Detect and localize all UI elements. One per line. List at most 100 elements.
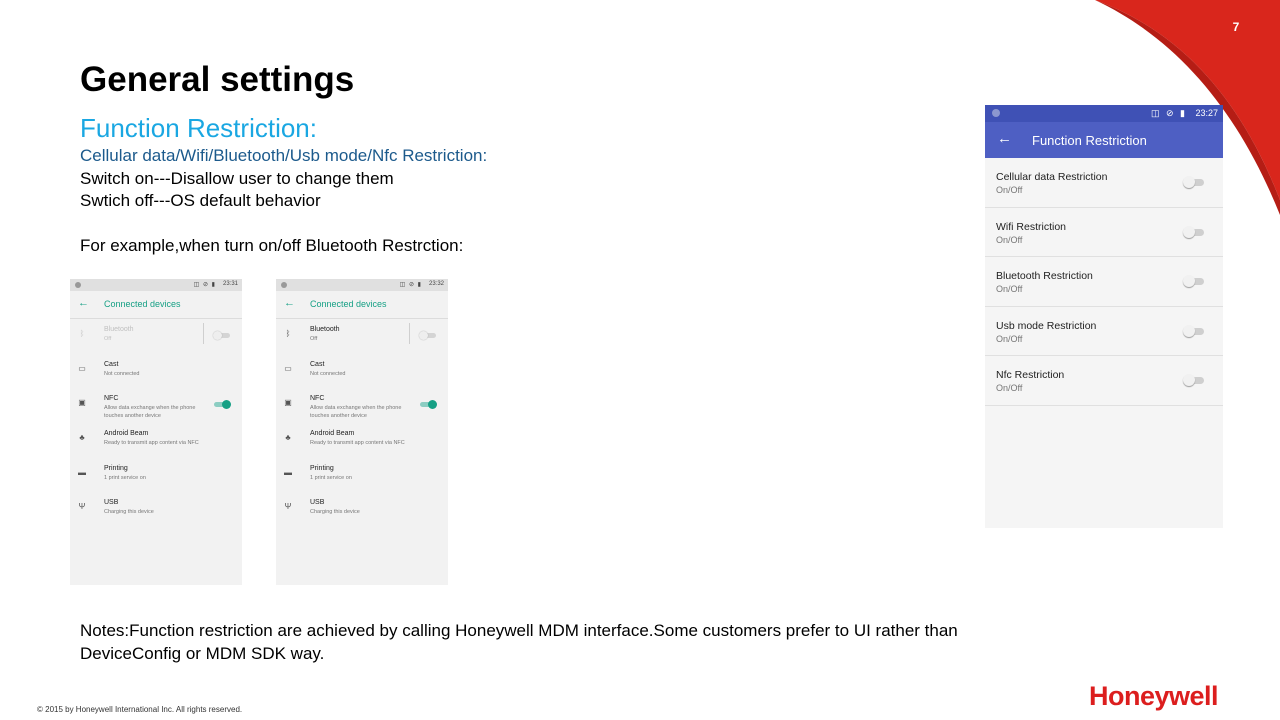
list-item-cellular-restriction[interactable]: Cellular data Restriction On/Off — [985, 158, 1223, 208]
usb-icon: Ψ — [78, 502, 86, 512]
item-title: Usb mode Restriction — [996, 319, 1097, 332]
usb-icon: Ψ — [284, 502, 292, 512]
cast-icon: ▭ — [78, 363, 86, 373]
toolbar-title: Connected devices — [104, 299, 181, 309]
android-icon: ♣ — [79, 433, 85, 443]
status-time: 23:31 — [222, 281, 238, 287]
list-item-android-beam[interactable]: ♣ Android Beam Ready to transmit app con… — [70, 423, 242, 458]
item-subtitle: On/Off — [996, 185, 1023, 195]
item-subtitle: Ready to transmit app content via NFC — [310, 440, 405, 447]
list-item-android-beam[interactable]: ♣ Android Beam Ready to transmit app con… — [276, 423, 448, 458]
list-item-usb-restriction[interactable]: Usb mode Restriction On/Off — [985, 307, 1223, 356]
status-bar: ◫ ⊘ ▮ 23:27 — [985, 105, 1223, 122]
list-item-printing[interactable]: ▬ Printing 1 print service on — [70, 458, 242, 493]
example-text: For example,when turn on/off Bluetooth R… — [80, 236, 464, 255]
slide-subtitle: Function Restriction: — [80, 113, 317, 143]
list-item-bluetooth[interactable]: ᛒ Bluetooth Off — [276, 319, 448, 354]
item-subtitle: Off — [310, 336, 318, 342]
item-subtitle: Allow data exchange when the phone touch… — [104, 405, 196, 420]
status-bar: ◫ ⊘ ▮ 23:31 — [70, 279, 242, 291]
back-arrow-icon[interactable]: ← — [284, 297, 295, 309]
list-item-printing[interactable]: ▬ Printing 1 print service on — [276, 458, 448, 493]
list-item-wifi-restriction[interactable]: Wifi Restriction On/Off — [985, 208, 1223, 257]
toolbar-title: Function Restriction — [1032, 133, 1147, 148]
list-item-usb[interactable]: Ψ USB Charging this device — [70, 492, 242, 527]
item-subtitle: On/Off — [996, 333, 1023, 344]
status-bar: ◫ ⊘ ▮ 23:32 — [276, 279, 448, 291]
phone-screenshot-after: ◫ ⊘ ▮ 23:32 ← Connected devices ᛒ Blueto… — [276, 279, 448, 585]
switch-on-text: Switch on---Disallow user to change them — [80, 169, 394, 188]
item-title: NFC — [104, 395, 119, 403]
slide-title: General settings — [80, 60, 355, 99]
slide-number: 7 — [1232, 20, 1240, 34]
nfc-toggle[interactable] — [420, 400, 437, 410]
divider — [203, 323, 204, 344]
nfc-icon: ▣ — [284, 398, 292, 408]
toolbar: ← Function Restriction — [985, 122, 1223, 158]
list-item-cast[interactable]: ▭ Cast Not connected — [276, 354, 448, 389]
list-item-nfc[interactable]: ▣ NFC Allow data exchange when the phone… — [276, 388, 448, 423]
item-title: Cellular data Restriction — [996, 171, 1108, 183]
item-title: Android Beam — [104, 430, 149, 438]
printer-icon: ▬ — [284, 467, 292, 477]
list-item-cast[interactable]: ▭ Cast Not connected — [70, 354, 242, 389]
item-subtitle: 1 print service on — [310, 474, 352, 481]
item-title: Bluetooth — [310, 326, 340, 333]
item-title: Printing — [104, 464, 128, 472]
toolbar: ← Connected devices — [70, 291, 242, 319]
item-subtitle: On/Off — [996, 383, 1023, 393]
item-title: USB — [104, 499, 119, 507]
status-icons: ◫ ⊘ ▮ — [1151, 108, 1187, 118]
cellular-restriction-toggle[interactable] — [1183, 176, 1204, 188]
item-title: NFC — [310, 395, 325, 403]
divider — [409, 323, 410, 344]
item-title: Cast — [104, 360, 119, 368]
item-title: Bluetooth — [104, 326, 134, 333]
toolbar: ← Connected devices — [276, 291, 448, 319]
item-subtitle: Not connected — [104, 370, 140, 377]
back-arrow-icon[interactable]: ← — [78, 297, 89, 309]
back-arrow-icon[interactable]: ← — [997, 130, 1012, 147]
nfc-restriction-toggle[interactable] — [1183, 374, 1204, 386]
status-time: 23:32 — [428, 281, 444, 287]
item-title: Wifi Restriction — [996, 220, 1067, 233]
item-subtitle: Charging this device — [310, 509, 360, 516]
item-subtitle: On/Off — [996, 284, 1023, 294]
phone-screenshot-function-restriction: ◫ ⊘ ▮ 23:27 ← Function Restriction Cellu… — [985, 105, 1223, 528]
usb-restriction-toggle[interactable] — [1183, 324, 1204, 337]
status-time: 23:27 — [1195, 108, 1218, 118]
item-title: Printing — [310, 464, 334, 472]
nfc-toggle[interactable] — [214, 400, 231, 410]
switch-off-text: Swtich off---OS default behavior — [80, 191, 321, 210]
list-item-bluetooth-restriction[interactable]: Bluetooth Restriction On/Off — [985, 257, 1223, 307]
bluetooth-toggle[interactable] — [419, 331, 436, 340]
printer-icon: ▬ — [78, 467, 86, 477]
item-subtitle: Allow data exchange when the phone touch… — [310, 405, 402, 420]
bluetooth-icon: ᛒ — [79, 329, 85, 338]
cast-icon: ▭ — [284, 363, 292, 373]
item-title: Android Beam — [310, 430, 355, 438]
item-title: Bluetooth Restriction — [996, 270, 1093, 282]
bluetooth-restriction-toggle[interactable] — [1183, 275, 1204, 287]
toolbar-title: Connected devices — [310, 299, 387, 309]
item-subtitle: Ready to transmit app content via NFC — [104, 440, 199, 447]
item-title: Cast — [310, 360, 325, 368]
android-icon: ♣ — [285, 433, 291, 443]
phone-screenshot-before: ◫ ⊘ ▮ 23:31 ← Connected devices ᛒ Blueto… — [70, 279, 242, 585]
status-icons: ◫ ⊘ ▮ — [399, 282, 422, 288]
item-subtitle: 1 print service on — [104, 474, 146, 481]
item-subtitle: Charging this device — [104, 509, 154, 516]
notes-text: Notes:Function restriction are achieved … — [80, 621, 958, 663]
notification-dot-icon — [75, 282, 81, 288]
list-item-nfc-restriction[interactable]: Nfc Restriction On/Off — [985, 356, 1223, 406]
bluetooth-icon: ᛒ — [285, 329, 291, 338]
status-icons: ◫ ⊘ ▮ — [193, 282, 216, 288]
honeywell-logo: Honeywell — [1089, 681, 1219, 711]
list-item-nfc[interactable]: ▣ NFC Allow data exchange when the phone… — [70, 388, 242, 423]
item-subtitle: On/Off — [996, 234, 1023, 245]
bluetooth-toggle — [213, 331, 230, 340]
item-subtitle: Off — [104, 336, 112, 342]
wifi-restriction-toggle[interactable] — [1183, 225, 1204, 238]
item-subtitle: Not connected — [310, 370, 346, 377]
list-item-usb[interactable]: Ψ USB Charging this device — [276, 492, 448, 527]
